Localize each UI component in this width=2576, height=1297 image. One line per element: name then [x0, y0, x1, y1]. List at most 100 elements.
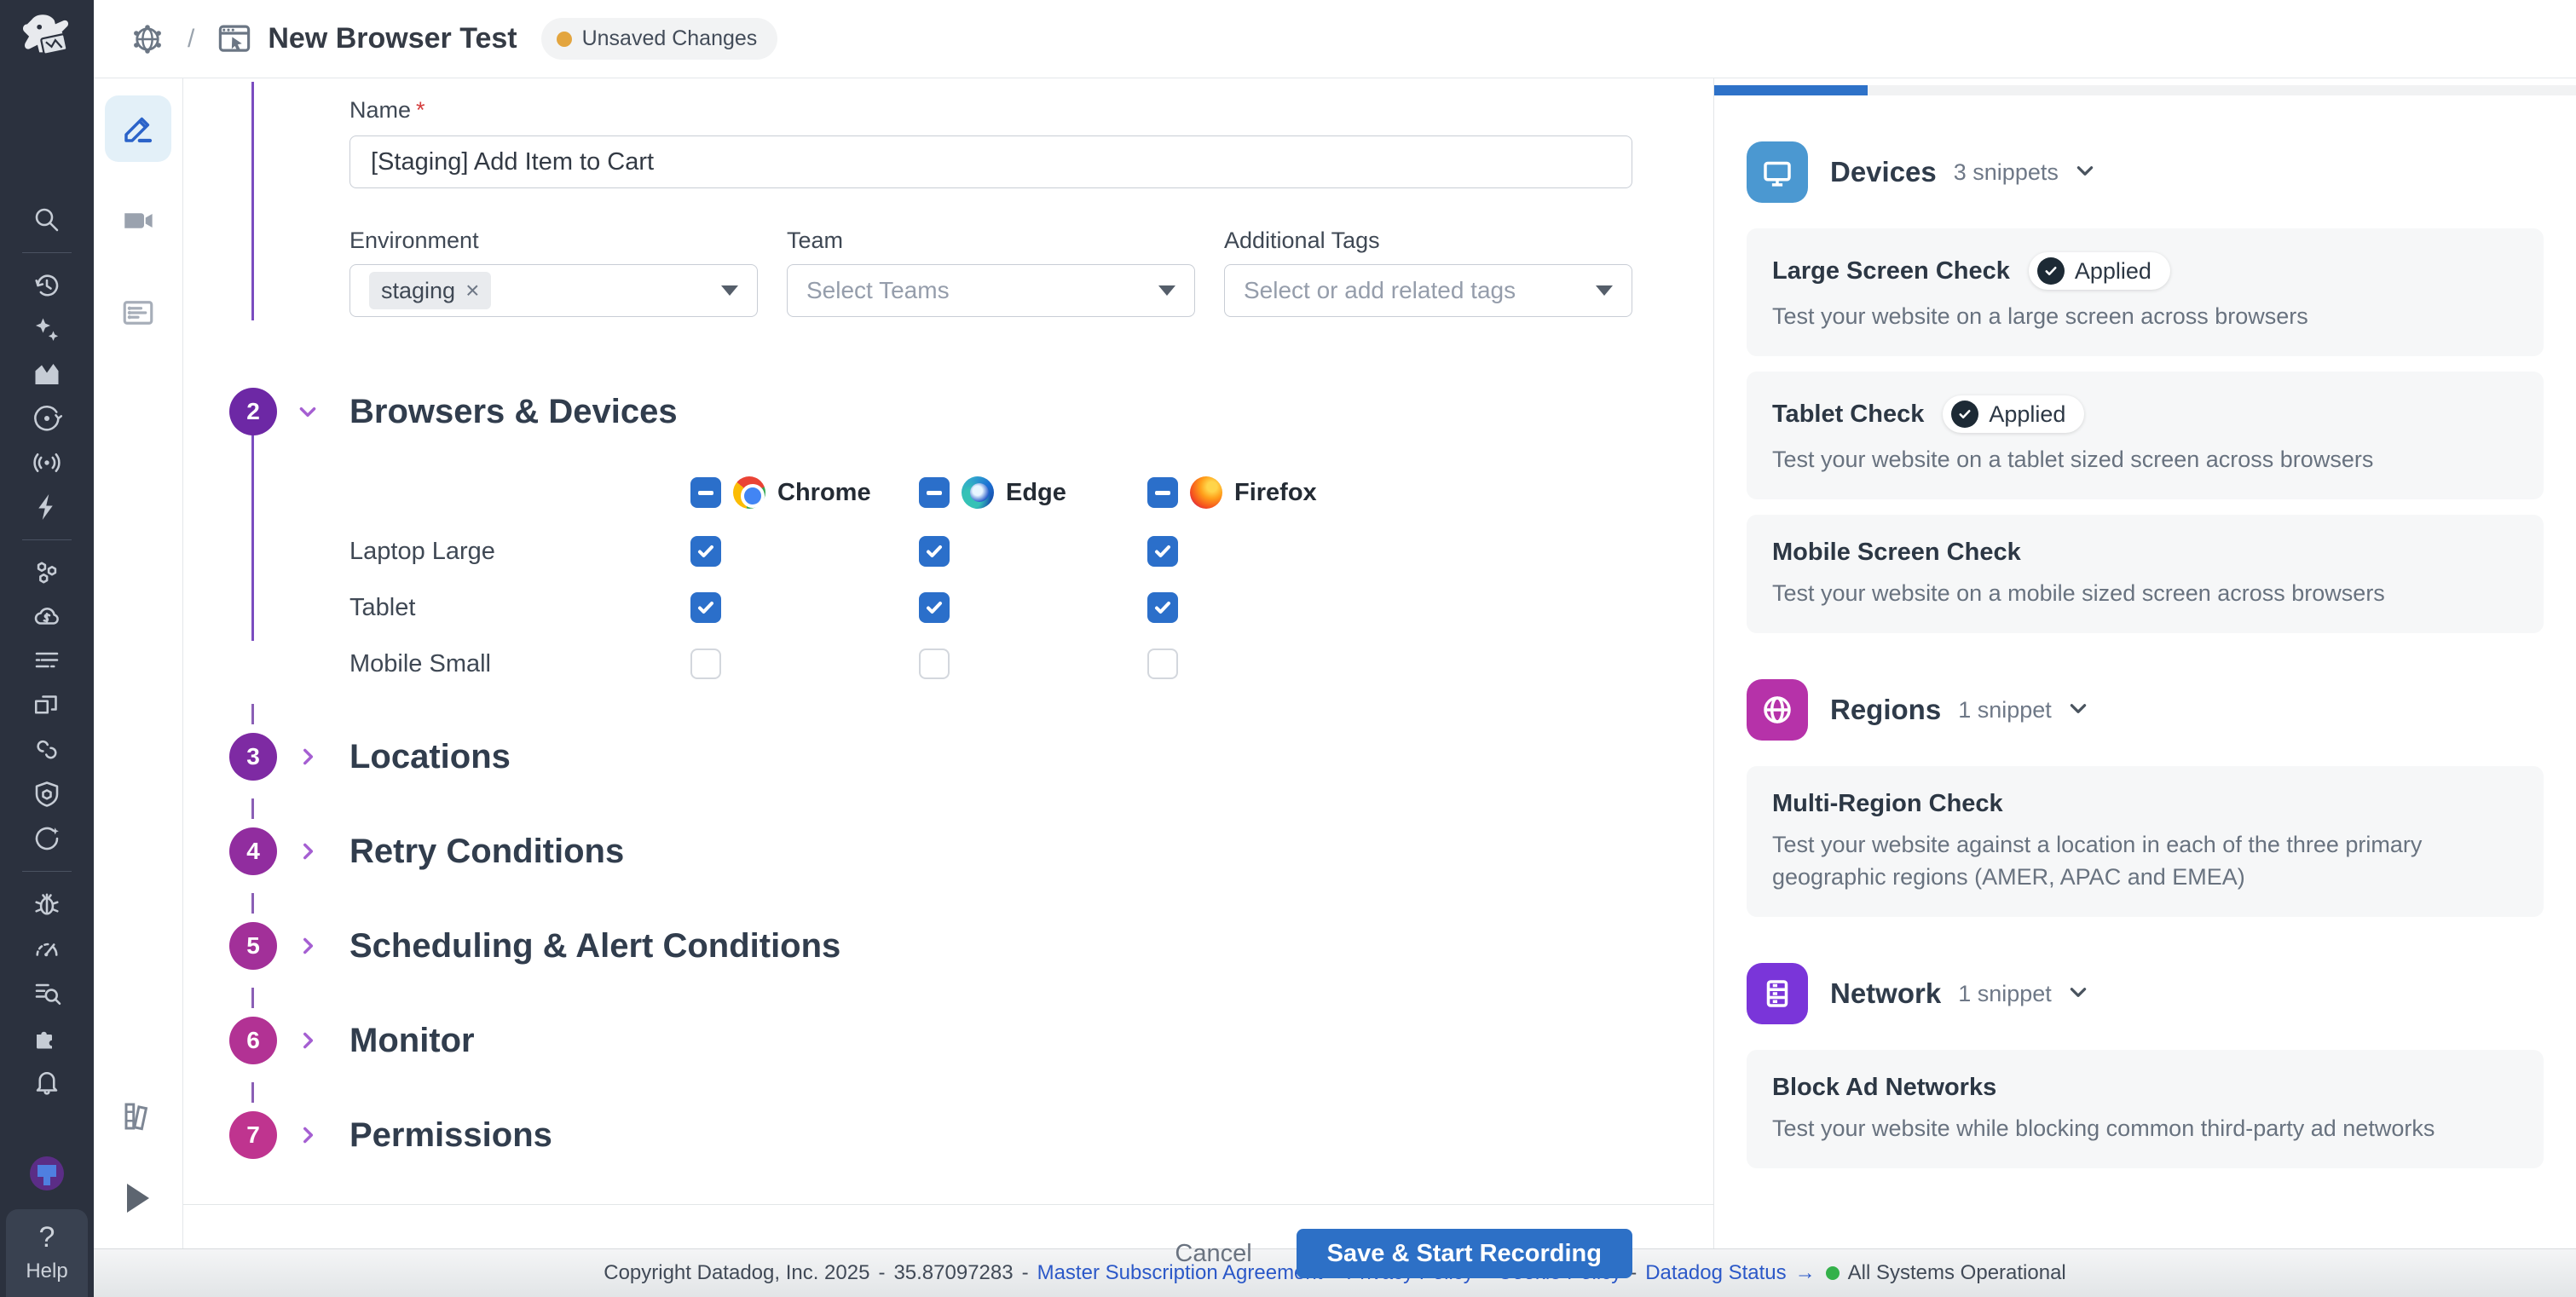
name-input[interactable]: [Staging] Add Item to Cart — [349, 135, 1632, 188]
sidebar-item-history[interactable] — [20, 263, 74, 308]
form-actions: Cancel Save & Start Recording — [349, 1205, 1632, 1297]
snippet-card-multi-region-check[interactable]: Multi-Region CheckTest your website agai… — [1747, 766, 2544, 917]
chevron-right-icon[interactable] — [297, 746, 319, 768]
snippet-card-mobile-screen-check[interactable]: Mobile Screen CheckTest your website on … — [1747, 515, 2544, 633]
history-icon — [32, 270, 62, 301]
sidebar-item-marketplace-puzzle[interactable] — [20, 1015, 74, 1059]
sidebar-item-quick-actions[interactable] — [20, 485, 74, 529]
step-number-badge: 7 — [229, 1111, 277, 1159]
indeterminate-mark — [698, 491, 713, 495]
datadog-logo[interactable] — [0, 0, 94, 78]
snippet-description: Test your website on a large screen acro… — [1772, 300, 2505, 332]
device-cell — [919, 592, 1147, 623]
tablet-edge-checkbox[interactable] — [919, 592, 950, 623]
snippet-description: Test your website on a tablet sized scre… — [1772, 443, 2505, 476]
snippet-card-large-screen-check[interactable]: Large Screen CheckAppliedTest your websi… — [1747, 228, 2544, 356]
sidebar-item-log-explorer[interactable] — [20, 971, 74, 1015]
laptop-large-firefox-checkbox[interactable] — [1147, 536, 1178, 567]
expand-panel-arrow[interactable] — [127, 1184, 149, 1213]
select-all-chrome-checkbox[interactable] — [690, 477, 721, 508]
laptop-large-edge-checkbox[interactable] — [919, 536, 950, 567]
browser-header-firefox: Firefox — [1147, 476, 1376, 509]
chevron-right-icon[interactable] — [297, 1124, 319, 1146]
sidebar-item-performance-gauge[interactable] — [20, 926, 74, 971]
sidebar-item-pipelines[interactable] — [20, 728, 74, 772]
save-start-recording-button[interactable]: Save & Start Recording — [1297, 1229, 1632, 1278]
tablet-firefox-checkbox[interactable] — [1147, 592, 1178, 623]
additional-tags-select[interactable]: Select or add related tags — [1224, 264, 1632, 317]
scrollbar-thumb[interactable] — [1714, 85, 1868, 95]
sidebar-item-security-shield[interactable] — [20, 772, 74, 816]
sidebar-item-search[interactable] — [20, 198, 74, 242]
rail-item-edit[interactable] — [105, 95, 171, 162]
chevron-right-icon[interactable] — [297, 935, 319, 957]
snippet-group-devices: Devices3 snippets — [1747, 141, 2544, 203]
sidebar-item-logs[interactable] — [20, 639, 74, 683]
laptop-large-chrome-checkbox[interactable] — [690, 536, 721, 567]
device-cell — [919, 648, 1147, 679]
sidebar-item-service-management[interactable] — [20, 816, 74, 861]
browsers-devices-table: ChromeEdgeFirefoxLaptop LargeTabletMobil… — [349, 462, 1632, 692]
device-cell — [690, 592, 919, 623]
edge-icon — [962, 476, 994, 509]
section-locations[interactable]: 3Locations — [349, 727, 1632, 787]
chevron-down-icon[interactable] — [2074, 159, 2096, 186]
snippet-title: Multi-Region Check — [1772, 790, 2003, 818]
rail-item-recording[interactable] — [105, 187, 171, 254]
section-retry-conditions[interactable]: 4Retry Conditions — [349, 821, 1632, 881]
section-permissions[interactable]: 7Permissions — [349, 1105, 1632, 1165]
environment-select[interactable]: staging × — [349, 264, 758, 317]
sidebar-item-integrations[interactable] — [20, 551, 74, 595]
rail-item-library[interactable] — [105, 1083, 171, 1150]
snippet-card-block-ad-networks[interactable]: Block Ad NetworksTest your website while… — [1747, 1050, 2544, 1168]
chevron-down-icon[interactable] — [2067, 697, 2089, 723]
tablet-chrome-checkbox[interactable] — [690, 592, 721, 623]
team-select[interactable]: Select Teams — [787, 264, 1195, 317]
section-monitor[interactable]: 6Monitor — [349, 1011, 1632, 1070]
sidebar-item-apps[interactable] — [20, 683, 74, 728]
select-all-edge-checkbox[interactable] — [919, 477, 950, 508]
search-icon — [32, 205, 62, 235]
mobile-small-firefox-checkbox[interactable] — [1147, 648, 1178, 679]
snippet-description: Test your website while blocking common … — [1772, 1112, 2505, 1144]
snippet-cards: Multi-Region CheckTest your website agai… — [1747, 766, 2544, 917]
mobile-small-edge-checkbox[interactable] — [919, 648, 950, 679]
section-scheduling-alert-conditions[interactable]: 5Scheduling & Alert Conditions — [349, 916, 1632, 976]
sidebar-item-notifications-bell[interactable] — [20, 1059, 74, 1104]
snippet-card-tablet-check[interactable]: Tablet CheckAppliedTest your website on … — [1747, 372, 2544, 499]
chevron-right-icon[interactable] — [297, 1029, 319, 1052]
cancel-button[interactable]: Cancel — [1175, 1240, 1251, 1268]
step-connector-line — [251, 82, 254, 320]
rail-item-details[interactable] — [105, 280, 171, 346]
step-number-badge: 2 — [229, 388, 277, 435]
chevron-down-icon[interactable] — [297, 401, 319, 423]
sidebar-item-cloud-cost[interactable] — [20, 595, 74, 639]
mobile-small-chrome-checkbox[interactable] — [690, 648, 721, 679]
chevron-right-icon[interactable] — [297, 840, 319, 862]
sidebar-item-synthetics[interactable] — [20, 396, 74, 441]
team-placeholder: Select Teams — [806, 277, 950, 304]
sidebar-item-metrics[interactable] — [20, 352, 74, 396]
section-browsers-devices[interactable]: 2 Browsers & Devices — [349, 383, 1632, 440]
cloud-cost-icon — [32, 602, 62, 632]
browser-header-row: ChromeEdgeFirefox — [349, 462, 1632, 523]
sidebar-item-bits-ai[interactable] — [20, 1151, 74, 1196]
step-number-badge: 6 — [229, 1017, 277, 1064]
device-cell — [690, 648, 919, 679]
ai-sparkles-icon — [32, 314, 62, 345]
synthetics-icon[interactable] — [130, 21, 165, 57]
device-label: Tablet — [349, 594, 690, 622]
sidebar-item-ai-sparkles[interactable] — [20, 308, 74, 352]
sidebar-item-bug-tracking[interactable] — [20, 882, 74, 926]
nav-divider — [22, 871, 72, 872]
tags-placeholder: Select or add related tags — [1244, 277, 1516, 304]
sidebar-item-apm-radar[interactable] — [20, 441, 74, 485]
remove-tag-icon[interactable]: × — [465, 277, 479, 304]
topbar: / New Browser Test Unsaved Changes — [94, 0, 2576, 78]
apm-radar-icon — [32, 447, 62, 478]
device-label: Laptop Large — [349, 538, 690, 566]
chevron-down-icon[interactable] — [2067, 981, 2089, 1007]
select-all-firefox-checkbox[interactable] — [1147, 477, 1178, 508]
help-button[interactable]: ? Help — [6, 1209, 88, 1297]
horizontal-scrollbar[interactable] — [1714, 85, 2576, 95]
